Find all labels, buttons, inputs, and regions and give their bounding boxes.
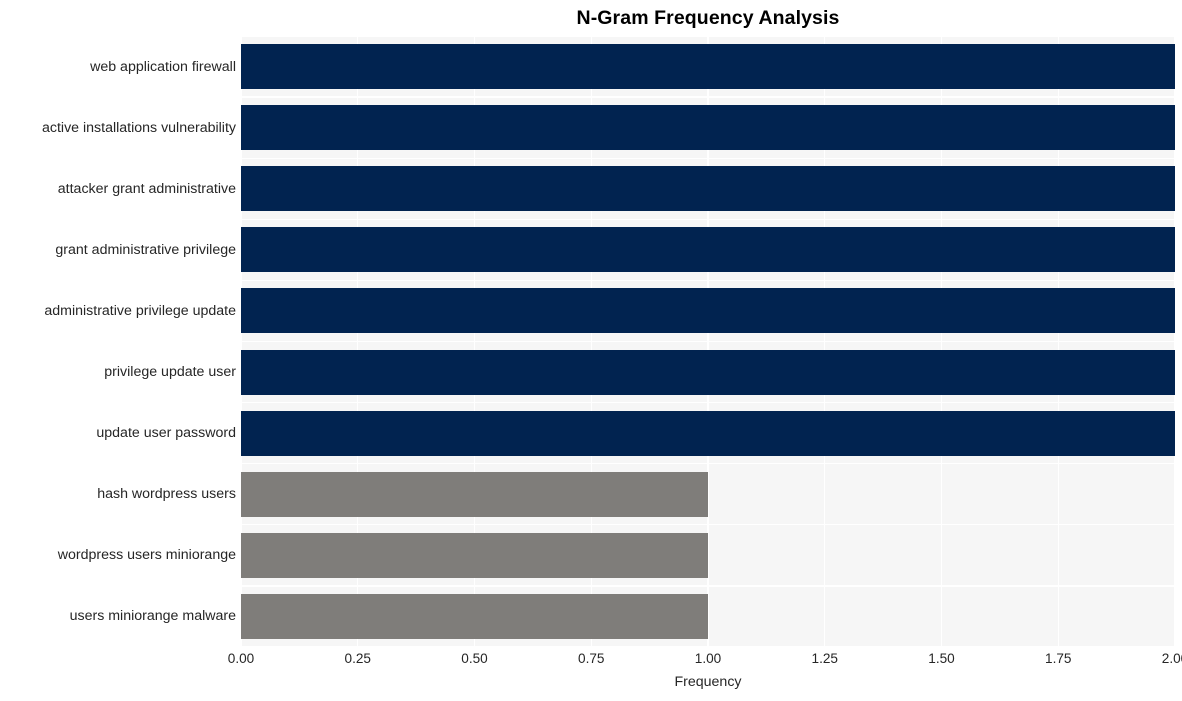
x-axis-tick-label: 1.25 <box>811 651 838 666</box>
x-axis-tick-label: 0.50 <box>461 651 488 666</box>
y-axis-tick-label: web application firewall <box>90 58 236 75</box>
y-axis-tick-label: hash wordpress users <box>97 486 236 503</box>
x-axis-tick-label: 1.75 <box>1045 651 1072 666</box>
bar <box>241 44 1175 90</box>
x-axis-tick-label: 0.00 <box>227 651 255 666</box>
horizontal-gridline <box>241 646 1175 647</box>
y-axis-tick-label: update user password <box>96 425 236 442</box>
y-axis-tick-label: grant administrative privilege <box>55 241 236 258</box>
x-axis-tick-label: 0.75 <box>578 651 605 666</box>
horizontal-gridline <box>241 36 1175 37</box>
horizontal-gridline <box>241 96 1175 98</box>
y-axis-tick-label: active installations vulnerability <box>42 119 236 136</box>
plot-area <box>241 36 1175 647</box>
bar <box>241 227 1175 273</box>
horizontal-gridline <box>241 218 1175 220</box>
bar <box>241 593 708 639</box>
horizontal-gridline <box>241 340 1175 343</box>
y-axis-tick-label: wordpress users miniorange <box>57 547 236 564</box>
y-axis-tick-label: users miniorange malware <box>69 608 236 625</box>
chart-title: N-Gram Frequency Analysis <box>576 7 840 29</box>
y-axis-tick-labels: web application firewall active installat… <box>0 36 236 647</box>
x-axis-tick-label: 2.00 <box>1161 651 1182 666</box>
x-axis-tick-labels: 0.00 0.25 0.50 0.75 1.00 1.25 1.50 1.75 2.00 <box>228 650 1182 670</box>
horizontal-gridline <box>241 463 1175 465</box>
x-axis-tick-label: 1.00 <box>694 651 722 666</box>
bar <box>241 166 1175 212</box>
horizontal-gridline <box>241 279 1175 282</box>
bar <box>241 471 708 517</box>
horizontal-gridline <box>241 157 1175 159</box>
y-axis-tick-label: administrative privilege update <box>44 302 236 319</box>
y-axis-tick-label: attacker grant administrative <box>57 180 236 197</box>
bar <box>241 349 1175 395</box>
y-axis-tick-label: privilege update user <box>104 364 236 381</box>
horizontal-gridline <box>241 524 1175 526</box>
x-axis-tick-label: 0.25 <box>344 651 371 666</box>
horizontal-gridline <box>241 585 1175 587</box>
bar <box>241 410 1175 456</box>
bar <box>241 105 1175 151</box>
bar <box>241 532 708 578</box>
horizontal-gridline <box>241 401 1175 404</box>
x-axis-label: Frequency <box>674 674 742 690</box>
x-axis-tick-label: 1.50 <box>928 651 955 666</box>
chart-figure: N-Gram Frequency Analysis web applicatio… <box>0 0 1182 701</box>
bar <box>241 288 1175 334</box>
